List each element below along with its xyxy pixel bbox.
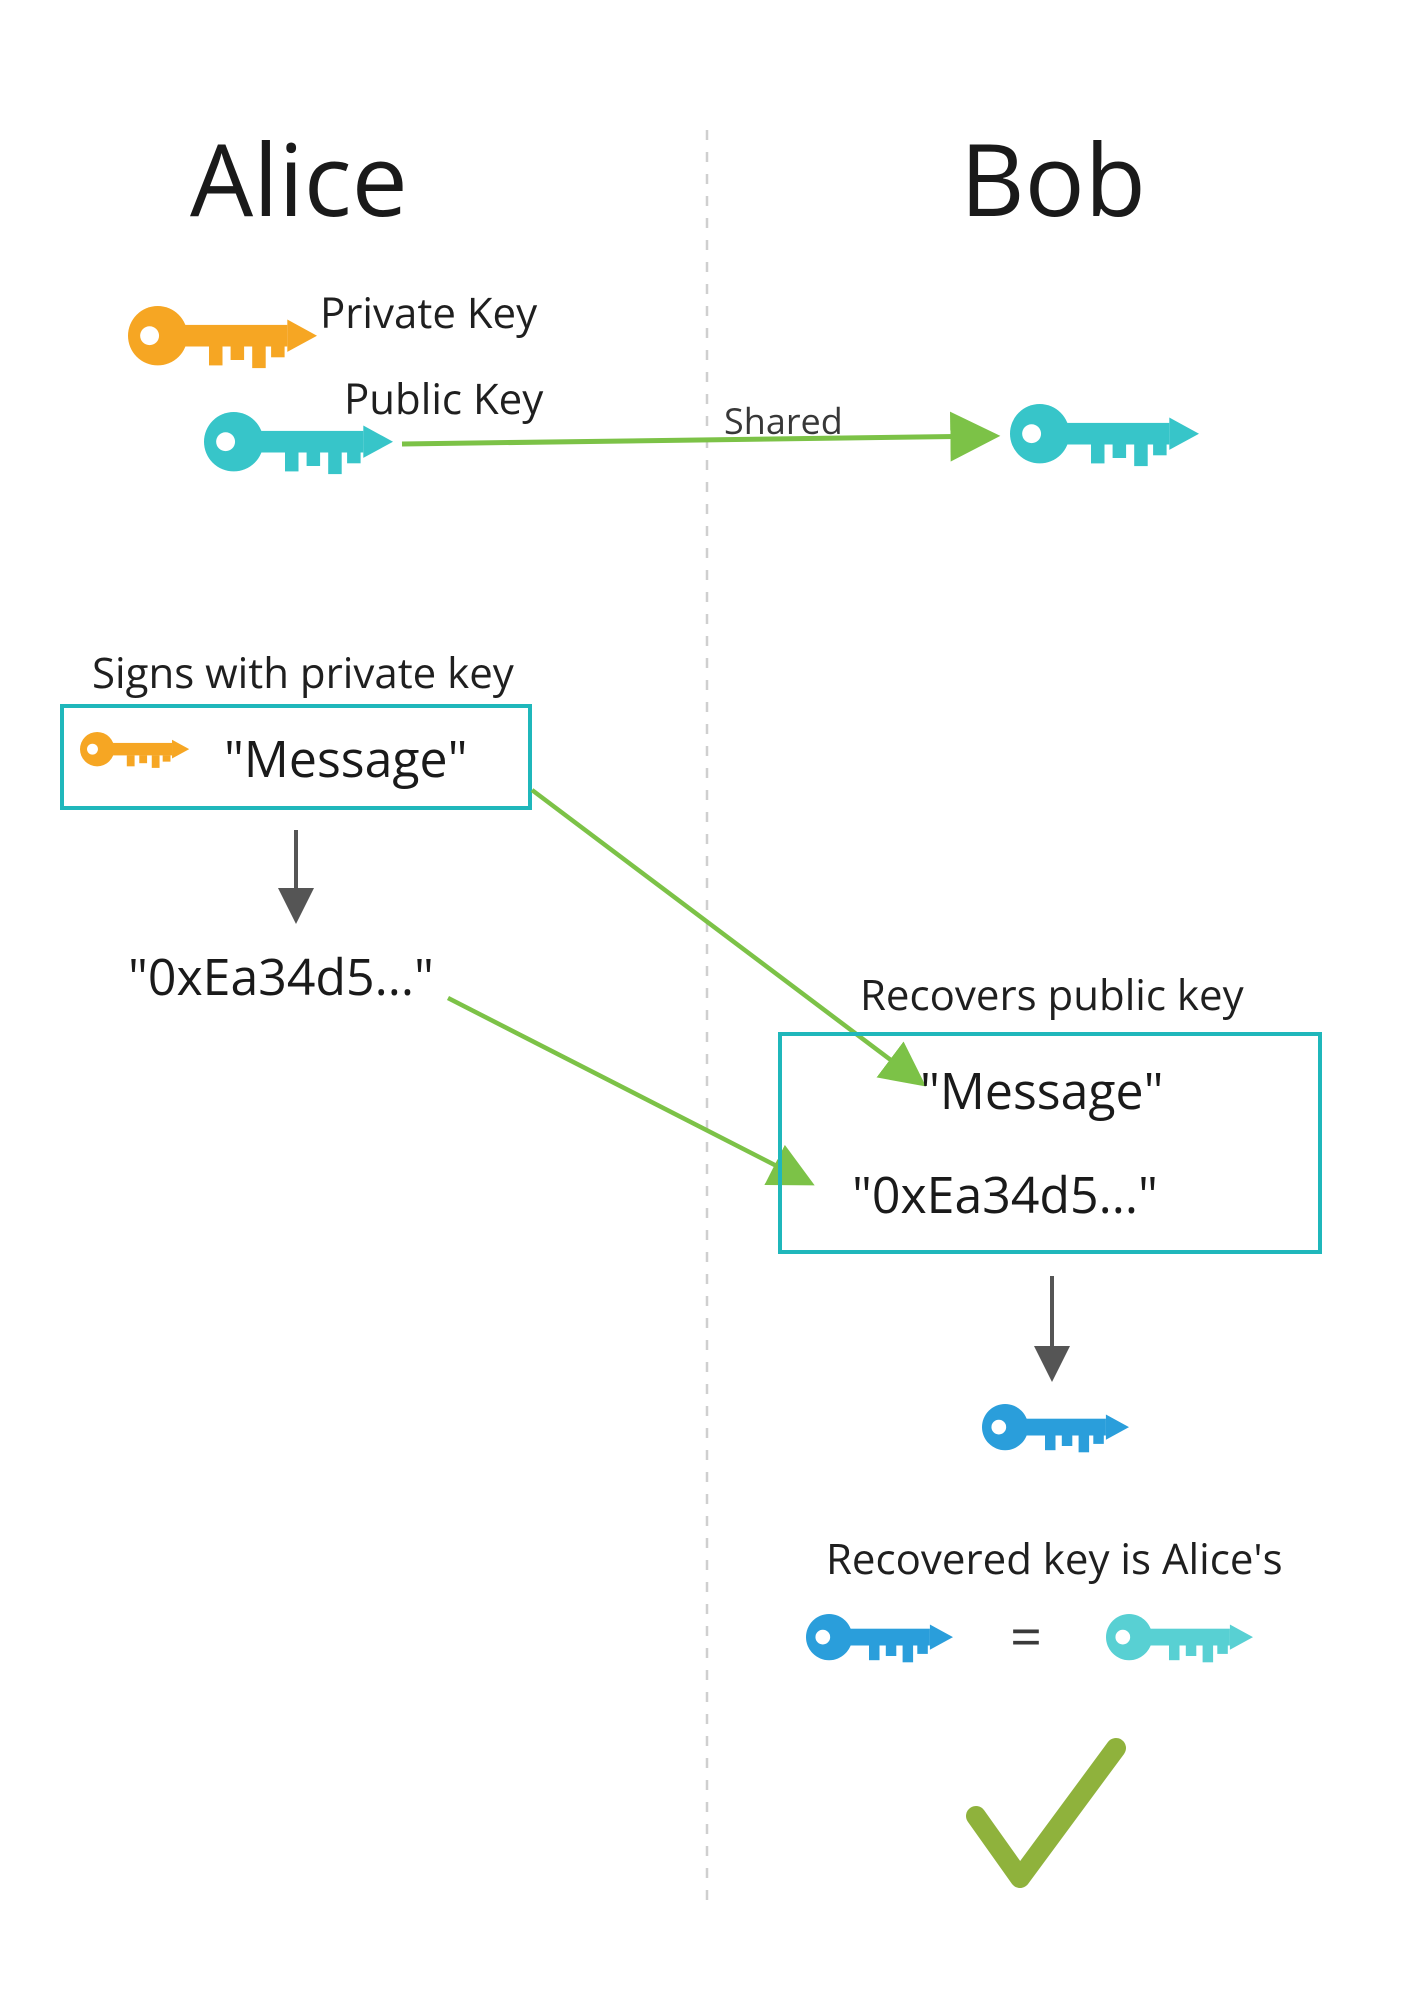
title-alice: Alice [190, 110, 408, 246]
arrow-shared [402, 436, 992, 444]
arrow-msg-to-bob [532, 790, 920, 1082]
equals-sign: = [1010, 1598, 1042, 1674]
label-recovered-is-alices: Recovered key is Alice's [826, 1530, 1283, 1587]
label-recovers: Recovers public key [860, 966, 1244, 1023]
checkmark-icon [976, 1748, 1116, 1878]
private-key-icon-small [80, 732, 189, 768]
label-shared: Shared [724, 396, 843, 445]
recover-signature: "0xEa34d5..." [852, 1160, 1158, 1228]
private-key-icon [128, 306, 317, 368]
diagram-canvas: Alice Bob Private Key Public Key Shared … [0, 0, 1414, 1999]
compare-key-teal [1106, 1614, 1253, 1662]
signing-message: "Message" [224, 724, 468, 792]
label-public-key: Public Key [344, 370, 543, 427]
compare-key-blue [806, 1614, 953, 1662]
signature-text: "0xEa34d5..." [128, 942, 434, 1010]
label-private-key: Private Key [320, 284, 537, 341]
label-signs: Signs with private key [92, 644, 514, 701]
arrow-sig-to-bob [448, 998, 808, 1182]
recover-message: "Message" [920, 1056, 1164, 1124]
public-key-icon-bob [1010, 404, 1199, 466]
recovered-key-icon [982, 1404, 1129, 1452]
title-bob: Bob [960, 110, 1146, 246]
